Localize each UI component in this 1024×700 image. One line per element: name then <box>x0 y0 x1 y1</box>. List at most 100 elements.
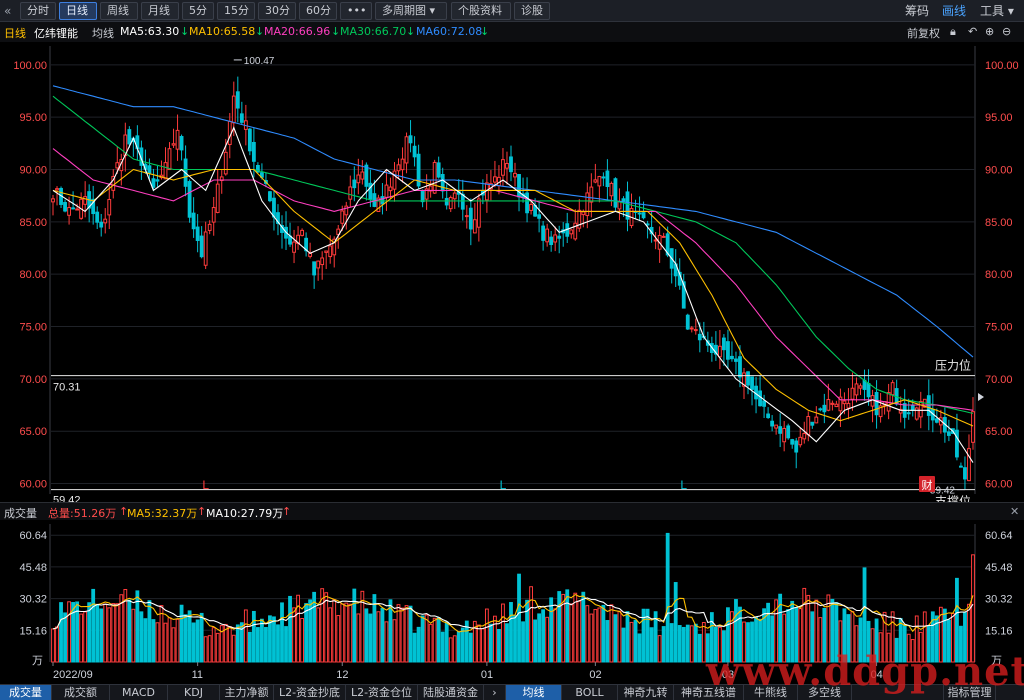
volume-bar <box>368 613 373 663</box>
ma10-value: MA10:65.58 <box>189 25 256 38</box>
period-button-1[interactable]: 日线 <box>59 2 97 20</box>
indicator-tab-2[interactable]: MACD <box>110 685 168 700</box>
indicator-tab-1[interactable]: 成交额 <box>52 685 110 700</box>
volume-unit-left: 万 <box>32 654 43 667</box>
period-button-6[interactable]: 30分 <box>258 2 296 20</box>
y-tick-label-right: 85.00 <box>985 217 1013 229</box>
candle-body <box>766 413 771 419</box>
candle-body <box>971 411 975 443</box>
volume-bar <box>420 615 425 663</box>
indicator-tab-9[interactable]: 均线 <box>506 685 562 700</box>
candlestick-chart[interactable]: 100.00 100.00 95.00 95.00 90.00 90.00 85.00 85.… <box>0 42 1024 502</box>
ma-label[interactable]: 均线 <box>92 25 114 41</box>
volume-bar <box>493 615 497 663</box>
volume-bar <box>573 592 578 663</box>
volume-bar <box>332 599 337 663</box>
ma30-value: MA30:66.70 <box>340 25 407 38</box>
candle-body <box>926 395 931 416</box>
volume-bar <box>649 627 654 663</box>
ma30-down-arrow-icon: ↓ <box>406 25 416 38</box>
draw-line-button[interactable]: 画线 <box>942 2 966 20</box>
candle-body <box>609 182 614 197</box>
volume-bar <box>488 623 493 663</box>
x-tick-label: 12 <box>336 669 348 681</box>
volume-bar <box>673 582 678 663</box>
volume-bar <box>396 604 401 663</box>
indicator-tab-0[interactable]: 成交量 <box>0 685 52 700</box>
indicator-tab-5[interactable]: L2-资金抄底 <box>274 685 346 700</box>
volume-y-tick-right: 45.48 <box>985 562 1013 574</box>
indicator-tab-4[interactable]: 主力净额 <box>220 685 274 700</box>
volume-bar <box>693 623 698 663</box>
indicator-tab-11[interactable]: 神奇九转 <box>618 685 674 700</box>
volume-bar <box>127 599 132 663</box>
candle-body <box>436 162 441 178</box>
zoom-out-icon[interactable]: ⊖ <box>1002 25 1011 38</box>
candle-body <box>452 192 457 200</box>
period-button-4[interactable]: 5分 <box>182 2 214 20</box>
close-icon[interactable]: ✕ <box>1010 505 1019 518</box>
volume-bar <box>111 603 116 663</box>
period-button-2[interactable]: 周线 <box>100 2 138 20</box>
candle-body <box>215 183 220 213</box>
volume-bar <box>191 622 196 663</box>
candle-body <box>959 465 963 468</box>
period-button-5[interactable]: 15分 <box>217 2 255 20</box>
candle-body <box>605 170 610 188</box>
volume-bar <box>657 635 662 663</box>
period-button-7[interactable]: 60分 <box>299 2 337 20</box>
candle-body <box>910 405 915 411</box>
indicator-tab-3[interactable]: KDJ <box>168 685 220 700</box>
volume-bar <box>348 603 353 663</box>
volume-bar <box>605 620 610 663</box>
lock-icon[interactable]: 🔒︎ <box>950 25 956 39</box>
chips-button[interactable]: 筹码 <box>905 2 929 20</box>
adjust-mode[interactable]: 前复权 <box>907 25 940 41</box>
y-tick-label-right: 100.00 <box>985 60 1019 72</box>
volume-bar <box>167 617 172 663</box>
candle-body <box>517 174 521 198</box>
ma60-down-arrow-icon: ↓ <box>480 25 490 38</box>
volume-bar <box>227 626 232 663</box>
volume-bar <box>480 628 485 663</box>
candle-body <box>621 198 626 202</box>
candle-body <box>493 176 497 183</box>
candle-body <box>388 186 393 192</box>
candle-body <box>155 179 160 182</box>
volume-bar <box>432 617 437 663</box>
period-button-0[interactable]: 分时 <box>20 2 56 20</box>
volume-bar <box>255 627 260 663</box>
indicator-tab-7[interactable]: 陆股通资金 <box>418 685 484 700</box>
period-button-3[interactable]: 月线 <box>141 2 179 20</box>
undo-icon[interactable]: ↶ <box>968 25 977 38</box>
candle-body <box>440 174 445 192</box>
volume-bar <box>55 626 59 663</box>
volume-bar <box>352 588 357 663</box>
period-button-10[interactable]: 个股资料 <box>451 2 511 20</box>
double-chevron-left-icon[interactable]: « <box>4 2 11 20</box>
candle-body <box>890 382 895 396</box>
candle-body <box>464 215 469 218</box>
volume-bar <box>187 610 192 663</box>
tools-button[interactable]: 工具 ▾ <box>980 2 1014 20</box>
indicator-tab-6[interactable]: L2-资金仓位 <box>346 685 418 700</box>
candle-body <box>63 202 67 212</box>
volume-bar <box>661 626 666 663</box>
candle-body <box>67 207 71 216</box>
zoom-in-icon[interactable]: ⊕ <box>985 25 994 38</box>
candle-body <box>247 128 252 152</box>
candle-body <box>199 235 204 258</box>
period-button-9[interactable]: 多周期图 ▾ <box>375 2 447 20</box>
volume-bar <box>284 626 288 663</box>
period-button-8[interactable]: ••• <box>340 2 372 20</box>
candle-body <box>738 356 742 378</box>
indicator-tab-8[interactable]: › <box>484 685 506 700</box>
volume-bar <box>448 637 453 663</box>
indicator-tab-10[interactable]: BOLL <box>562 685 618 700</box>
candle-body <box>505 162 509 169</box>
volume-bar <box>621 627 626 663</box>
period-button-11[interactable]: 诊股 <box>514 2 550 20</box>
y-tick-label-right: 70.00 <box>985 374 1013 386</box>
volume-bar <box>476 624 481 663</box>
volume-bar <box>364 608 369 663</box>
